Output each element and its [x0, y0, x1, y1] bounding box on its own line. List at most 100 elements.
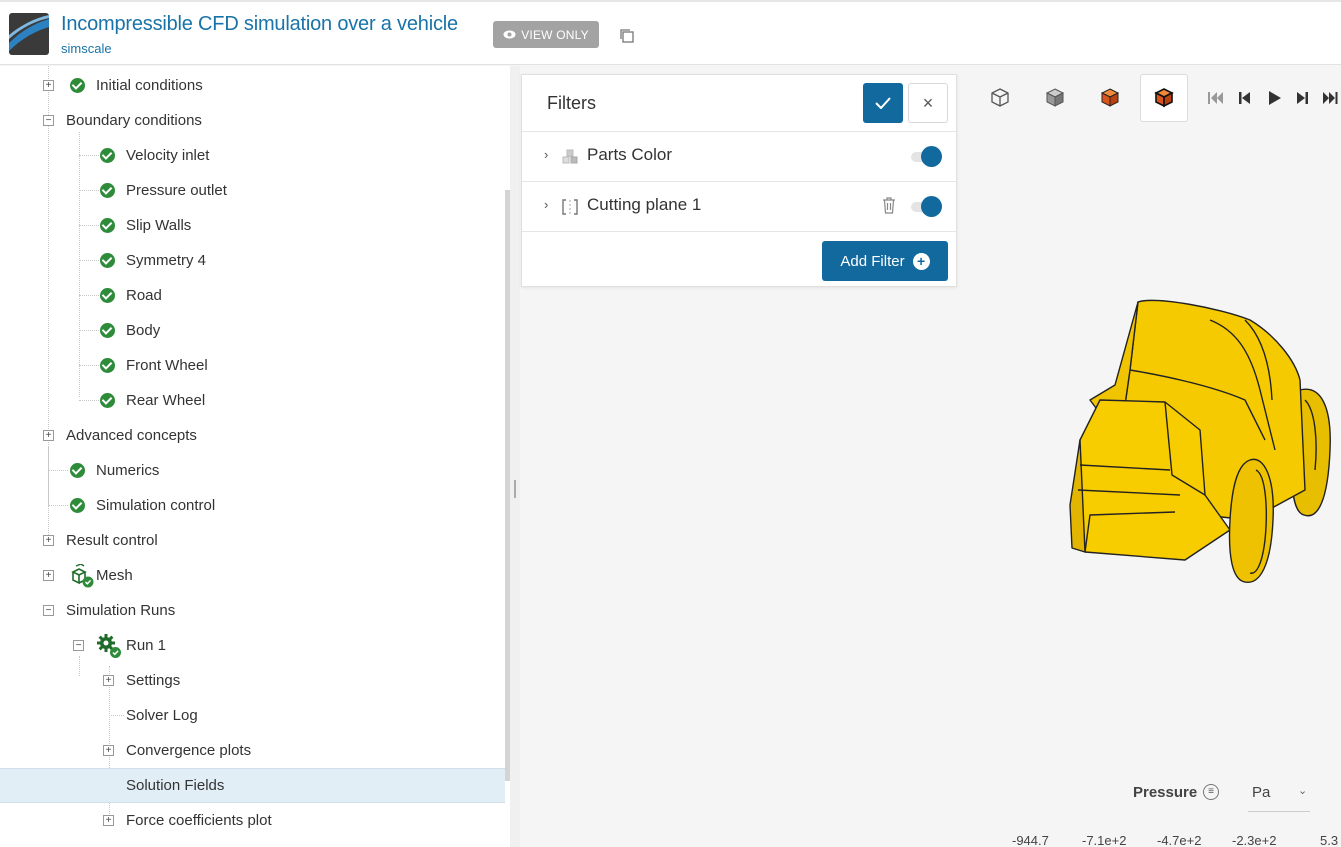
vehicle-model-viewport[interactable]: [1060, 290, 1341, 590]
expand-toggle[interactable]: +: [103, 745, 114, 756]
tree-item-label: Convergence plots: [126, 742, 252, 759]
tree-item-force-coefficients-plot[interactable]: Force coefficients plot: [126, 803, 272, 838]
tree-item-advanced-concepts[interactable]: Advanced concepts: [66, 418, 197, 453]
tree-item-initial-conditions[interactable]: Initial conditions: [70, 68, 203, 103]
check-icon: [100, 323, 115, 338]
skip-first-icon[interactable]: [1206, 88, 1226, 108]
tree-item-rear-wheel[interactable]: Rear Wheel: [100, 383, 205, 418]
trash-icon[interactable]: [882, 197, 896, 214]
check-icon: [100, 393, 115, 408]
expand-toggle[interactable]: +: [103, 815, 114, 826]
tree-item-run-1[interactable]: Run 1: [96, 628, 166, 663]
tree-connector: [79, 656, 80, 676]
cube-outline-icon: [991, 88, 1009, 107]
step-forward-icon[interactable]: [1292, 88, 1312, 108]
chevron-right-icon[interactable]: ›: [544, 197, 548, 212]
tree-item-settings[interactable]: Settings: [126, 663, 180, 698]
collapse-toggle[interactable]: −: [73, 640, 84, 651]
tree-item-symmetry-4[interactable]: Symmetry 4: [100, 243, 206, 278]
filter-row-cutting-plane[interactable]: › Cutting plane 1: [522, 181, 956, 231]
skip-last-icon[interactable]: [1320, 88, 1340, 108]
tree-item-label: Pressure outlet: [126, 182, 227, 199]
close-icon: ×: [922, 92, 934, 113]
project-title[interactable]: Incompressible CFD simulation over a veh…: [61, 13, 458, 36]
plus-icon: +: [912, 252, 930, 270]
expand-toggle[interactable]: +: [103, 675, 114, 686]
tree-item-front-wheel[interactable]: Front Wheel: [100, 348, 208, 383]
simscale-logo[interactable]: [9, 13, 49, 55]
eye-icon: [503, 30, 516, 39]
cube-orange-icon: [1100, 88, 1120, 107]
legend-tick: -4.7e+2: [1157, 833, 1202, 847]
tree-item-result-control[interactable]: Result control: [66, 523, 158, 558]
tree-item-mesh[interactable]: Mesh: [70, 558, 133, 593]
check-icon: [70, 498, 85, 513]
expand-toggle[interactable]: +: [43, 570, 54, 581]
chevron-right-icon[interactable]: ›: [544, 147, 548, 162]
simulation-tree-panel: + Initial conditions − Boundary conditio…: [0, 66, 510, 847]
tree-item-road[interactable]: Road: [100, 278, 162, 313]
view-iso-outline-button[interactable]: [976, 74, 1024, 122]
panel-splitter[interactable]: [510, 66, 520, 847]
tree-item-label: Numerics: [96, 462, 160, 479]
splitter-grip-icon[interactable]: [514, 480, 516, 498]
mesh-icon: [71, 563, 94, 587]
filter-toggle[interactable]: [911, 196, 943, 217]
legend-menu-icon[interactable]: ≡: [1203, 784, 1219, 800]
tree-item-label: Result control: [66, 532, 158, 549]
tree-item-label: Rear Wheel: [126, 392, 206, 409]
project-owner-link[interactable]: simscale: [61, 41, 112, 56]
filter-label: Parts Color: [587, 145, 673, 164]
tree-item-label: Mesh: [96, 567, 133, 584]
tree-item-boundary-conditions[interactable]: Boundary conditions: [66, 103, 202, 138]
tree-item-pressure-outlet[interactable]: Pressure outlet: [100, 173, 227, 208]
tree-connector: [79, 295, 99, 296]
collapse-toggle[interactable]: −: [43, 605, 54, 616]
add-filter-button[interactable]: Add Filter +: [822, 241, 948, 281]
cubes-icon: [562, 149, 578, 164]
view-surface-edges-button[interactable]: [1140, 74, 1188, 122]
unit-select[interactable]: Pa ⌄: [1248, 778, 1310, 812]
check-icon: [100, 253, 115, 268]
view-surface-button[interactable]: [1086, 74, 1134, 122]
tree-item-label: Settings: [126, 672, 181, 689]
tree-connector: [79, 330, 99, 331]
tree-item-label: Body: [126, 322, 161, 339]
tree-item-convergence-plots[interactable]: Convergence plots: [126, 733, 251, 768]
tree-item-solution-fields[interactable]: Solution Fields: [0, 768, 505, 803]
step-back-icon[interactable]: [1235, 88, 1255, 108]
close-filters-button[interactable]: ×: [908, 83, 948, 123]
expand-toggle[interactable]: +: [43, 535, 54, 546]
tree-item-velocity-inlet[interactable]: Velocity inlet: [100, 138, 209, 173]
tree-item-label: Advanced concepts: [66, 427, 197, 444]
tree-item-simulation-runs[interactable]: Simulation Runs: [66, 593, 175, 628]
tree-item-label: Symmetry 4: [126, 252, 207, 269]
expand-toggle[interactable]: +: [43, 80, 54, 91]
tree-item-body[interactable]: Body: [100, 313, 160, 348]
tree-item-label: Boundary conditions: [66, 112, 202, 129]
tree-item-label: Run 1: [126, 637, 167, 654]
legend-tick: -944.7: [1012, 833, 1049, 847]
tree-item-numerics[interactable]: Numerics: [70, 453, 159, 488]
check-icon: [70, 78, 85, 93]
view-iso-solid-button[interactable]: [1031, 74, 1079, 122]
filter-label: Cutting plane 1: [587, 195, 702, 214]
tree-item-label: Force coefficients plot: [126, 812, 272, 829]
apply-filters-button[interactable]: [863, 83, 903, 123]
tree-connector: [48, 505, 68, 506]
check-icon: [70, 463, 85, 478]
tree-connector: [79, 400, 99, 401]
filter-toggle[interactable]: [911, 146, 943, 167]
copy-icon[interactable]: [619, 28, 635, 44]
filters-title: Filters: [547, 93, 596, 113]
collapse-toggle[interactable]: −: [43, 115, 54, 126]
tree-item-simulation-control[interactable]: Simulation control: [70, 488, 215, 523]
unit-value: Pa: [1252, 784, 1271, 801]
tree-connector: [109, 715, 124, 716]
filter-row-parts-color[interactable]: › Parts Color: [522, 131, 956, 181]
tree-item-slip-walls[interactable]: Slip Walls: [100, 208, 191, 243]
chevron-down-icon: ⌄: [1298, 785, 1308, 797]
tree-item-solver-log[interactable]: Solver Log: [126, 698, 198, 733]
play-icon[interactable]: [1264, 88, 1284, 108]
expand-toggle[interactable]: +: [43, 430, 54, 441]
